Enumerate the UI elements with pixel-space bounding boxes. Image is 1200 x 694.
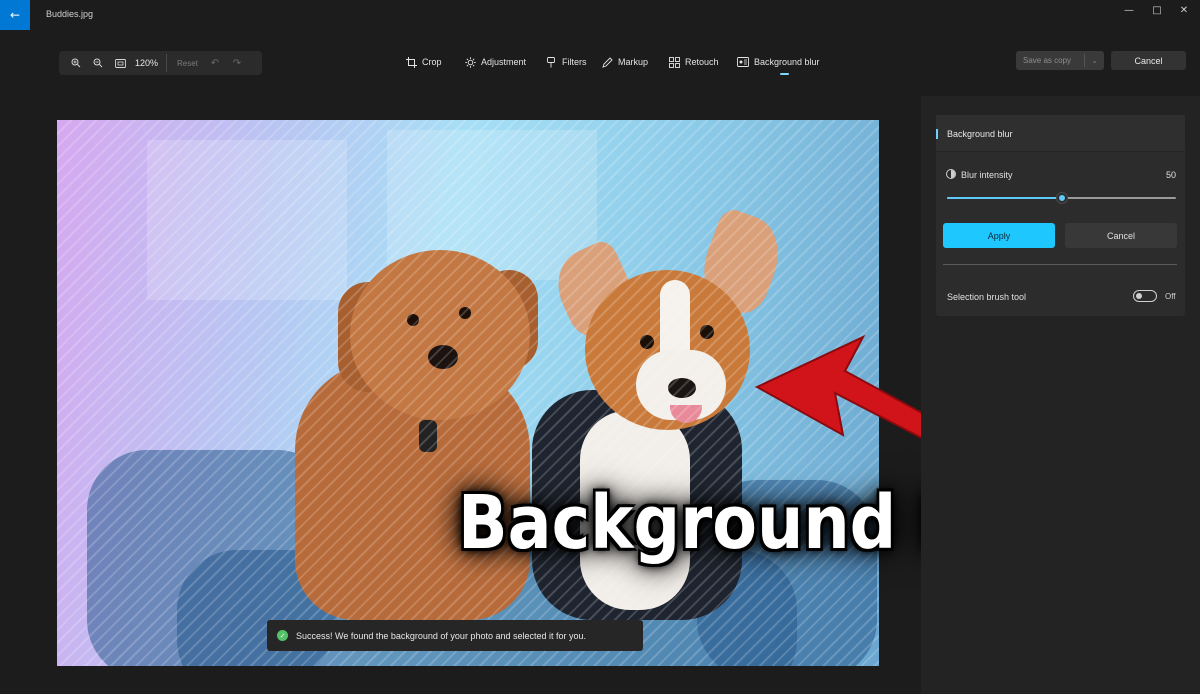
slider-fill [947,197,1062,199]
cancel-edit-button[interactable]: Cancel [1111,51,1186,70]
close-icon[interactable]: ✕ [1173,4,1195,18]
blur-intensity-value: 50 [1165,170,1176,180]
title-bar: ← Buddies.jpg — □ ✕ [0,0,1200,30]
background-blur-card: Background blur Blur intensity 50 Apply … [936,115,1185,316]
check-circle-icon: ✓ [277,630,288,641]
success-toast: ✓ Success! We found the background of yo… [267,620,643,651]
tab-filters[interactable]: Filters [545,56,587,68]
cancel-button[interactable]: Cancel [1065,223,1177,248]
brightness-icon [464,56,476,68]
tab-label: Retouch [685,57,719,67]
divider [943,264,1177,265]
selection-brush-label: Selection brush tool [947,292,1027,302]
tab-label: Background blur [754,57,820,67]
background-blur-icon [737,56,749,68]
accent-bar [936,129,938,139]
back-button[interactable]: ← [0,0,30,30]
tab-background-blur[interactable]: Background blur [737,56,820,68]
toggle-state: Off [1165,292,1176,301]
selection-brush-toggle[interactable] [1133,290,1157,302]
retouch-icon [668,56,680,68]
save-as-copy-button[interactable]: Save as copy ⌄ [1016,51,1104,70]
maximize-icon[interactable]: □ [1146,4,1168,18]
filters-icon [545,56,557,68]
back-arrow-icon: ← [9,8,21,22]
contrast-icon [946,169,956,179]
active-tab-indicator [780,73,789,75]
blur-intensity-label: Blur intensity [961,170,1013,180]
toggle-knob [1136,293,1142,299]
tab-crop[interactable]: Crop [405,56,442,68]
tab-markup[interactable]: Markup [601,56,648,68]
window-title: Buddies.jpg [46,9,94,19]
minimize-icon[interactable]: — [1118,4,1140,18]
save-label: Save as copy [1023,56,1072,65]
tab-label: Markup [618,57,649,67]
apply-button[interactable]: Apply [943,223,1055,248]
tab-label: Adjustment [481,57,527,67]
chevron-down-icon[interactable]: ⌄ [1085,57,1104,65]
crop-icon [405,56,417,68]
tab-adjustment[interactable]: Adjustment [464,56,526,68]
toast-message: Success! We found the background of your… [296,630,587,641]
tab-label: Filters [562,57,587,67]
card-title: Background blur [947,129,1013,139]
tab-retouch[interactable]: Retouch [668,56,719,68]
pen-icon [601,56,613,68]
slider-thumb[interactable] [1056,193,1067,203]
tab-label: Crop [422,57,442,67]
card-header: Background blur [936,115,1185,152]
